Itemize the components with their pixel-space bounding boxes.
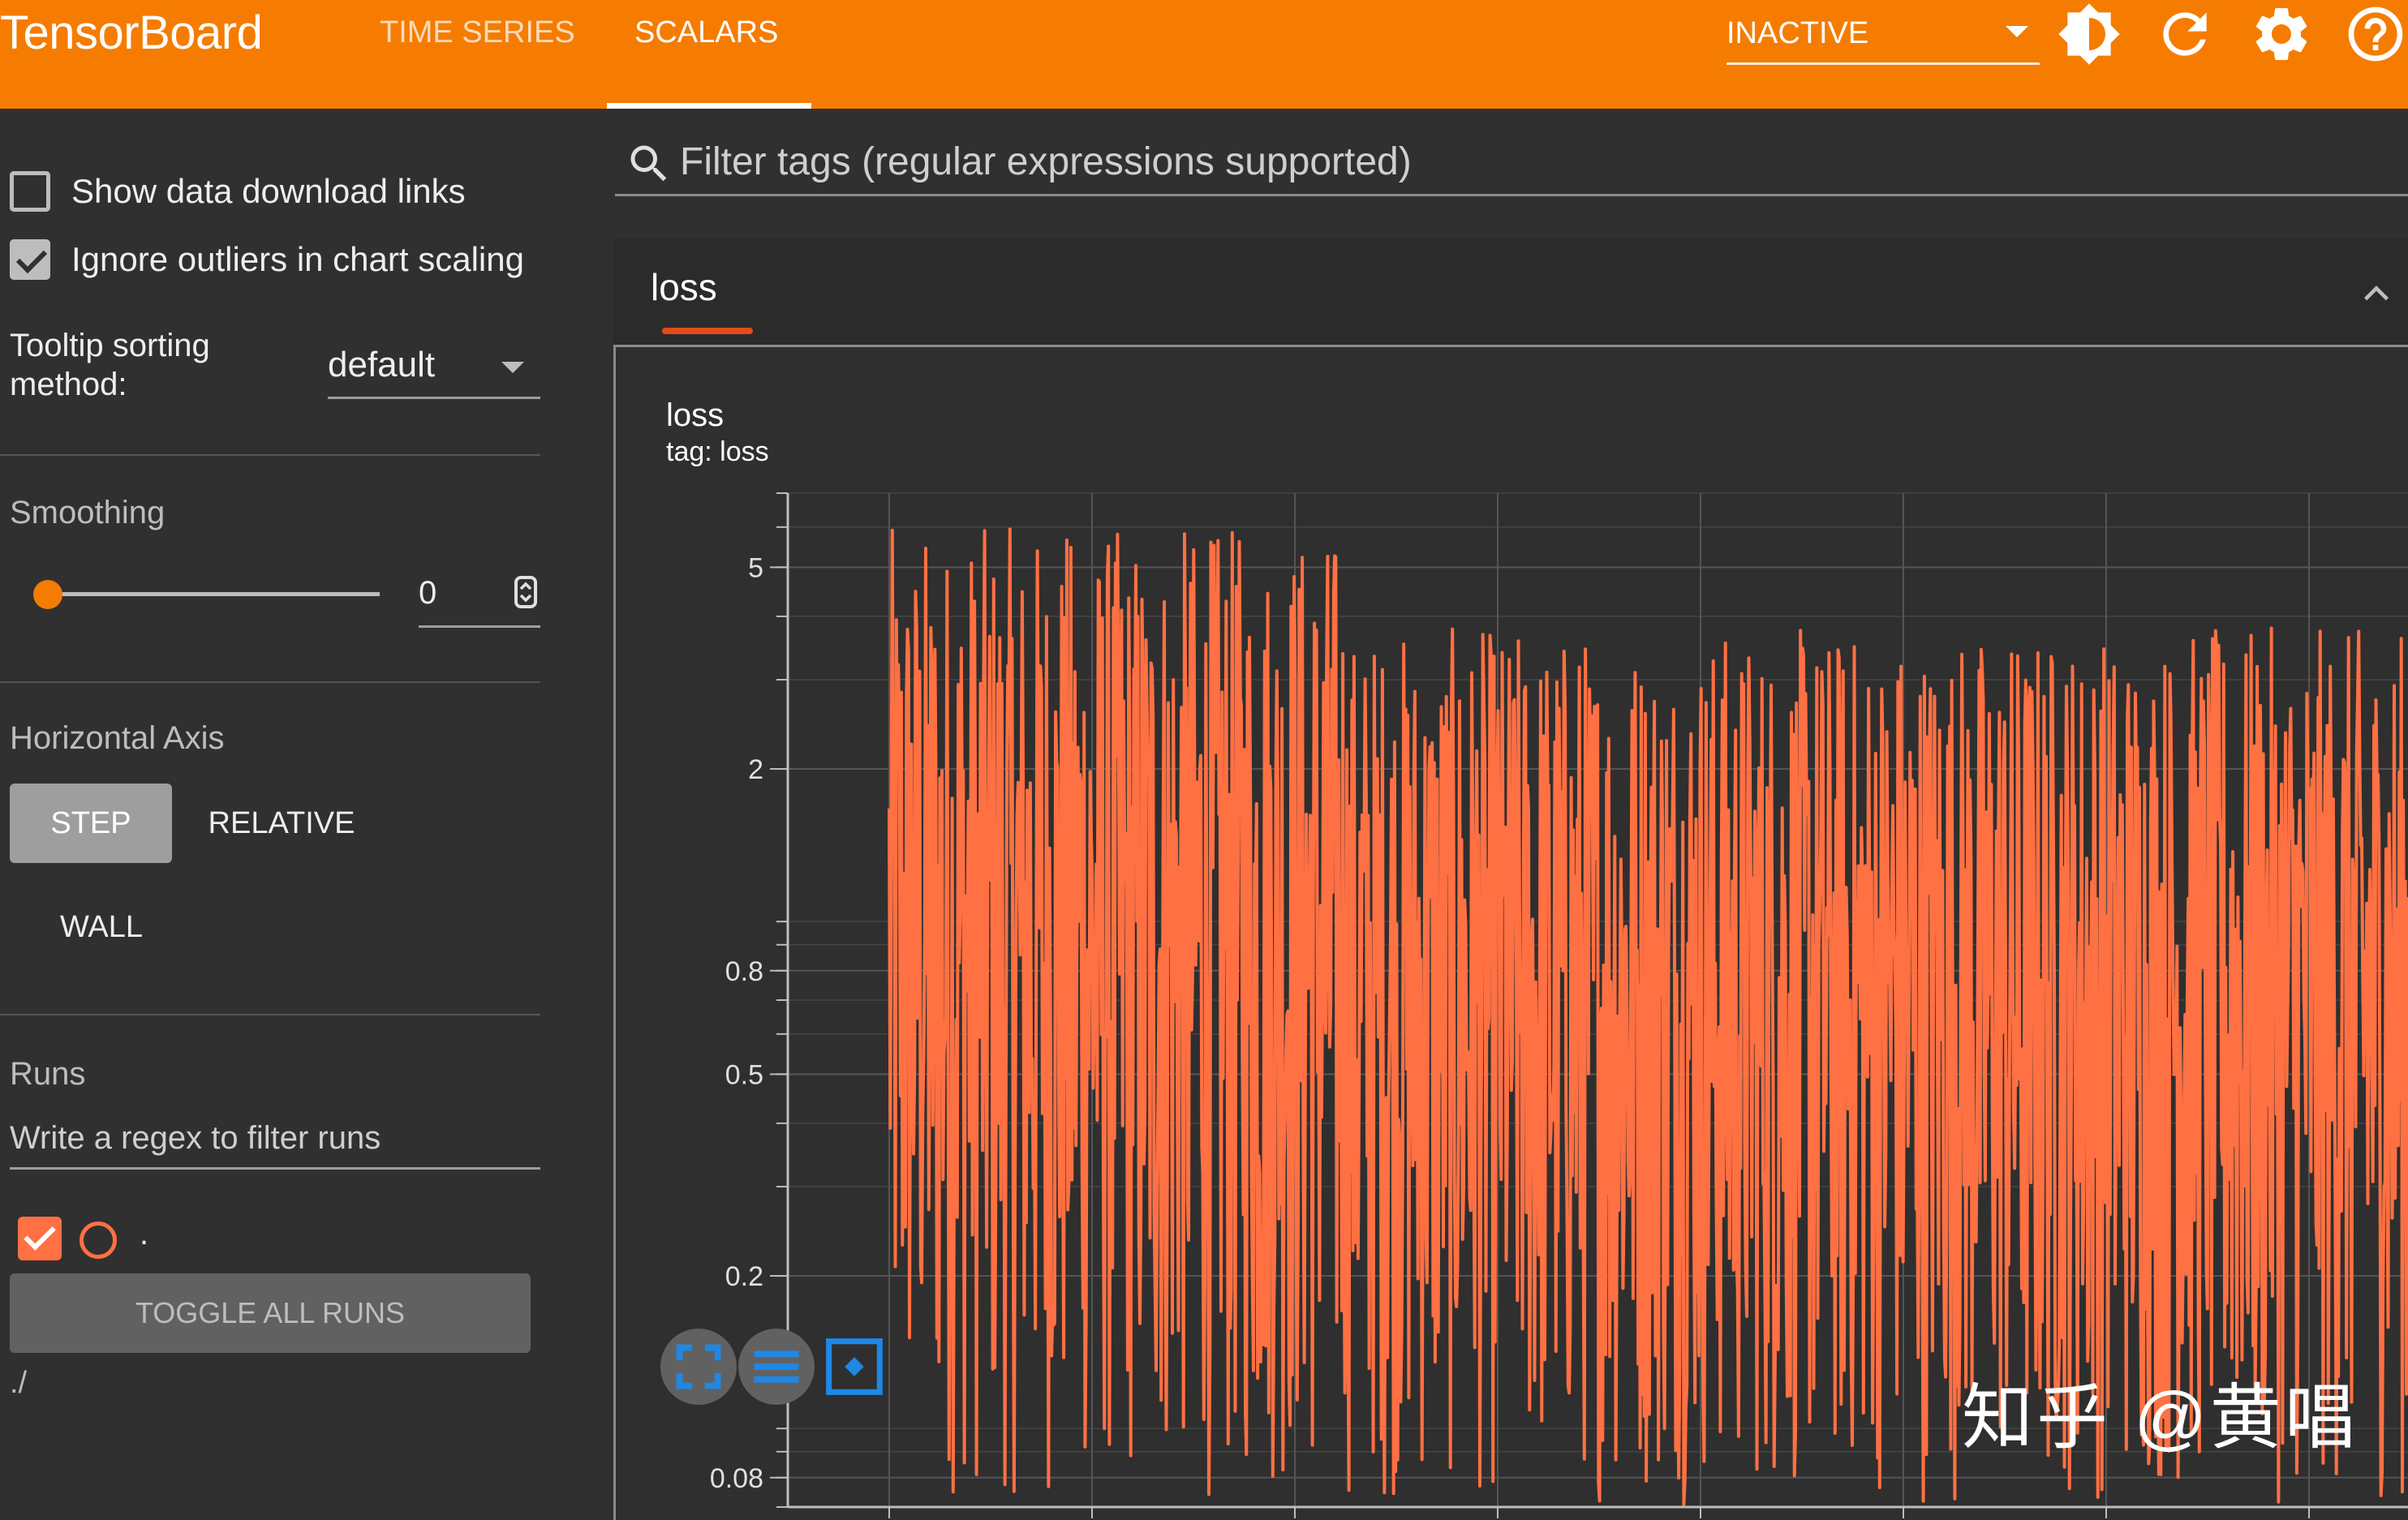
tag-group-header[interactable]: loss bbox=[613, 238, 2408, 347]
y-tick-label: 2 bbox=[748, 754, 763, 785]
ignore-outliers-option[interactable]: Ignore outliers in chart scaling bbox=[10, 235, 545, 284]
loss-series-line bbox=[888, 527, 2408, 1506]
runs-title: Runs bbox=[10, 1056, 86, 1092]
fullscreen-button[interactable] bbox=[660, 1329, 737, 1405]
main-content: Filter tags (regular expressions support… bbox=[607, 109, 2408, 1520]
divider bbox=[0, 681, 540, 683]
show-download-links-checkbox[interactable] bbox=[10, 171, 50, 212]
data-table-button[interactable] bbox=[738, 1329, 815, 1405]
y-tick-label: 0.5 bbox=[725, 1059, 763, 1090]
tooltip-sorting-select[interactable]: default bbox=[328, 333, 540, 399]
smoothing-slider-track[interactable] bbox=[47, 592, 380, 596]
smoothing-title: Smoothing bbox=[10, 495, 166, 530]
smoothing-slider-thumb[interactable] bbox=[33, 580, 62, 609]
tag-filter-input[interactable]: Filter tags (regular expressions support… bbox=[680, 138, 1412, 187]
fit-domain-icon bbox=[826, 1338, 883, 1395]
toggle-all-runs-button[interactable]: TOGGLE ALL RUNS bbox=[10, 1273, 531, 1353]
tab-time-series[interactable]: TIME SERIES bbox=[380, 11, 575, 54]
chevron-down-icon bbox=[2006, 26, 2028, 37]
app-logo[interactable]: TensorBoard bbox=[0, 5, 263, 62]
run-color-icon[interactable] bbox=[80, 1222, 117, 1259]
watermark-text: 知乎 @黄唱 bbox=[1962, 1377, 2359, 1458]
axis-relative-button[interactable]: RELATIVE bbox=[191, 784, 372, 863]
axis-wall-button[interactable]: WALL bbox=[10, 887, 193, 967]
tab-scalars[interactable]: SCALARS bbox=[634, 11, 778, 54]
runs-filter-placeholder: Write a regex to filter runs bbox=[10, 1120, 381, 1156]
smoothing-value: 0 bbox=[419, 575, 437, 611]
show-download-links-label: Show data download links bbox=[71, 172, 466, 210]
reload-icon[interactable] bbox=[2152, 2, 2217, 67]
theme-toggle-icon[interactable] bbox=[2057, 2, 2122, 67]
reload-status-value: INACTIVE bbox=[1726, 16, 1869, 50]
tooltip-sorting-value: default bbox=[328, 345, 436, 384]
tag-group-indicator bbox=[662, 328, 753, 334]
axis-step-button[interactable]: STEP bbox=[10, 784, 172, 863]
stepper-icon[interactable] bbox=[514, 576, 537, 608]
divider bbox=[0, 1014, 540, 1015]
search-icon bbox=[630, 145, 667, 182]
y-tick-label: 5 bbox=[748, 552, 763, 583]
horizontal-axis-title: Horizontal Axis bbox=[10, 720, 225, 756]
tag-group-title: loss bbox=[651, 266, 717, 308]
ignore-outliers-label: Ignore outliers in chart scaling bbox=[71, 240, 524, 278]
ignore-outliers-checkbox[interactable] bbox=[10, 239, 50, 280]
top-app-bar: TensorBoard TIME SERIES SCALARS INACTIVE bbox=[0, 0, 2408, 109]
settings-sidebar: Show data download links Ignore outliers… bbox=[0, 109, 607, 1520]
reload-status-select[interactable]: INACTIVE bbox=[1726, 6, 2040, 65]
settings-icon[interactable] bbox=[2249, 2, 2314, 67]
y-tick-label: 0.08 bbox=[710, 1463, 763, 1494]
logdir-label: ./ bbox=[10, 1366, 28, 1400]
help-icon[interactable] bbox=[2343, 2, 2408, 67]
tooltip-sorting-label: Tooltip sorting method: bbox=[10, 328, 210, 402]
tag-filter-bar[interactable]: Filter tags (regular expressions support… bbox=[615, 128, 2408, 196]
chevron-down-icon bbox=[501, 362, 524, 373]
run-name: . bbox=[140, 1216, 149, 1252]
chevron-up-icon[interactable] bbox=[2358, 276, 2395, 313]
fit-domain-button[interactable] bbox=[816, 1329, 892, 1405]
show-download-links-option[interactable]: Show data download links bbox=[10, 167, 545, 216]
y-tick-label: 0.2 bbox=[725, 1261, 763, 1292]
y-tick-label: 0.8 bbox=[725, 956, 763, 987]
active-tab-indicator bbox=[607, 103, 811, 109]
smoothing-input[interactable]: 0 bbox=[419, 560, 540, 628]
run-checkbox[interactable] bbox=[18, 1217, 62, 1260]
runs-filter-input[interactable]: Write a regex to filter runs bbox=[10, 1106, 540, 1170]
divider bbox=[0, 454, 540, 456]
data-table-icon bbox=[754, 1350, 799, 1383]
fullscreen-icon bbox=[676, 1344, 721, 1389]
